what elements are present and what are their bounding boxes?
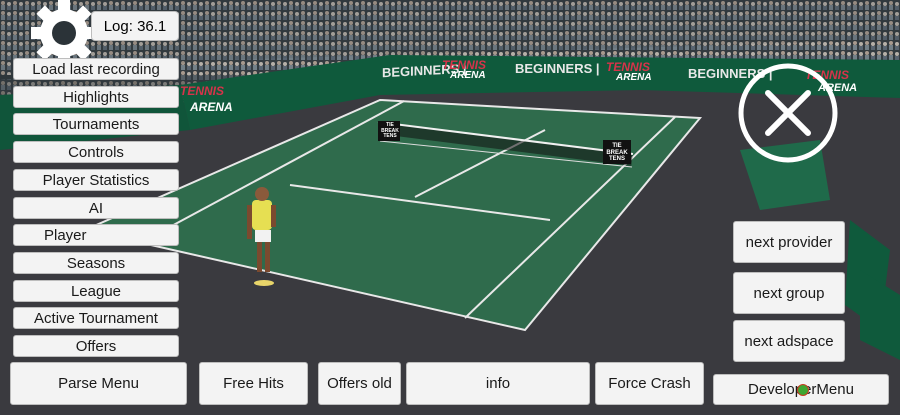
close-icon[interactable] — [737, 62, 839, 164]
highlights-button[interactable]: Highlights — [13, 86, 179, 108]
controls-button[interactable]: Controls — [13, 141, 179, 163]
force-crash-button[interactable]: Force Crash — [595, 362, 704, 405]
status-dot-icon — [797, 384, 809, 396]
gear-icon[interactable] — [29, 0, 99, 66]
next-adspace-button[interactable]: next adspace — [733, 320, 845, 362]
next-provider-button[interactable]: next provider — [733, 221, 845, 263]
net-sign-right: TIE BREAK TENS — [606, 143, 628, 163]
active-tournament-button[interactable]: Active Tournament — [13, 307, 179, 329]
ai-button[interactable]: AI — [13, 197, 179, 219]
offers-old-button[interactable]: Offers old — [318, 362, 401, 405]
log-display: Log: 36.1 — [91, 11, 179, 41]
tournaments-button[interactable]: Tournaments — [13, 113, 179, 135]
arena-logo-bottom-3: ARENA — [190, 100, 233, 114]
offers-button[interactable]: Offers — [13, 335, 179, 357]
parse-menu-button[interactable]: Parse Menu — [10, 362, 187, 405]
arena-logo-bottom: ARENA — [450, 70, 486, 81]
arena-logo-bottom-2: ARENA — [616, 72, 652, 83]
arena-banner-center: BEGINNERS | — [515, 61, 600, 76]
next-group-button[interactable]: next group — [733, 272, 845, 314]
info-button[interactable]: info — [406, 362, 590, 405]
load-last-recording-button[interactable]: Load last recording — [13, 58, 179, 80]
net-sign-left: TIE BREAK TENS — [381, 122, 399, 139]
arena-logo-top-3: TENNIS — [180, 84, 225, 98]
player-statistics-button[interactable]: Player Statistics — [13, 169, 179, 191]
seasons-button[interactable]: Seasons — [13, 252, 179, 274]
league-button[interactable]: League — [13, 280, 179, 302]
player-button[interactable]: Player — [13, 224, 179, 246]
free-hits-button[interactable]: Free Hits — [199, 362, 308, 405]
